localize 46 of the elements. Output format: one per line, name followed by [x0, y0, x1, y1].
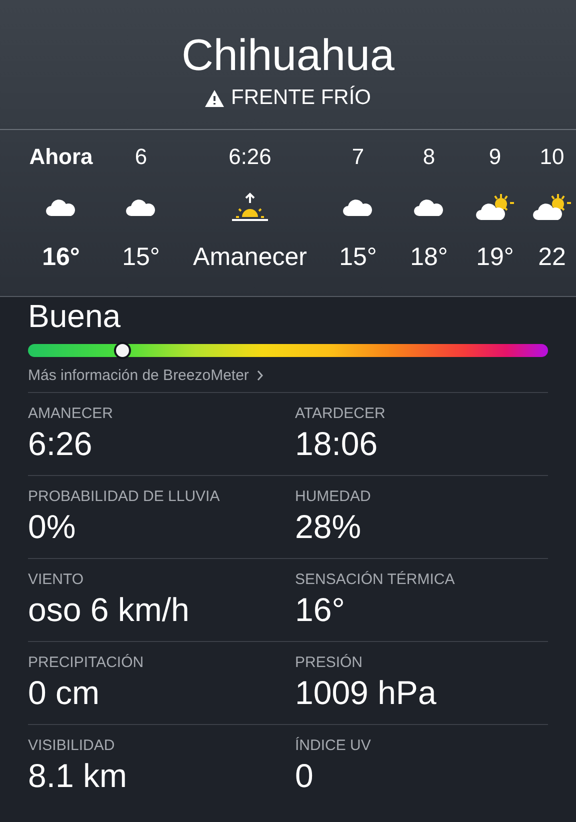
partly-sunny-icon — [475, 192, 515, 222]
partly-sunny-icon — [532, 192, 572, 222]
detail-value: oso 6 km/h — [28, 590, 190, 630]
detail-value: 0 — [295, 756, 314, 796]
detail-value: 28% — [295, 507, 362, 547]
city-name: Chihuahua — [182, 30, 394, 82]
hour-temperature: 18° — [410, 242, 448, 272]
detail-value: 0% — [28, 507, 76, 547]
breezometer-link[interactable]: Más información de BreezoMeter — [28, 367, 263, 384]
detail-value: 8.1 km — [28, 756, 128, 796]
detail-label: AMANECER — [28, 405, 114, 423]
detail-label: ÍNDICE UV — [295, 737, 371, 755]
hour-temperature: 22 — [538, 242, 566, 272]
detail-label: PROBABILIDAD DE LLUVIA — [28, 488, 220, 506]
detail-label: ATARDECER — [295, 405, 386, 423]
detail-value: 16° — [295, 590, 345, 630]
hour-label: 8 — [422, 144, 436, 170]
hour-label: 6:26 — [228, 144, 272, 170]
hour-label: 6 — [134, 144, 148, 170]
detail-label: HUMEDAD — [295, 488, 371, 506]
hour-label: Ahora — [29, 144, 93, 170]
hour-temperature: 15° — [122, 242, 160, 272]
chevron-icon — [256, 370, 263, 381]
event-label: Amanecer — [193, 242, 307, 272]
hour-temperature: 19° — [476, 242, 514, 272]
detail-value: 0 cm — [28, 673, 100, 713]
detail-value: 1009 hPa — [295, 673, 436, 713]
cloud-icon — [45, 197, 77, 217]
detail-value: 6:26 — [28, 424, 92, 464]
hour-label: 9 — [488, 144, 502, 170]
detail-label: VIENTO — [28, 571, 84, 589]
detail-label: VISIBILIDAD — [28, 737, 115, 755]
detail-label: SENSACIÓN TÉRMICA — [295, 571, 455, 589]
cloud-icon — [413, 197, 445, 217]
detail-label: PRECIPITACIÓN — [28, 654, 144, 672]
hour-label: 7 — [352, 144, 364, 170]
detail-label: PRESIÓN — [295, 654, 363, 672]
hour-label: 10 — [540, 144, 564, 170]
hour-temperature: 15° — [339, 242, 377, 272]
warning-icon — [205, 90, 224, 106]
air-quality-rating: Buena — [28, 298, 121, 334]
cloud-icon — [342, 197, 374, 217]
cloud-icon — [125, 197, 157, 217]
hour-temperature: 16° — [42, 242, 80, 272]
alert-text: FRENTE FRÍO — [231, 86, 371, 110]
detail-value: 18:06 — [295, 424, 378, 464]
